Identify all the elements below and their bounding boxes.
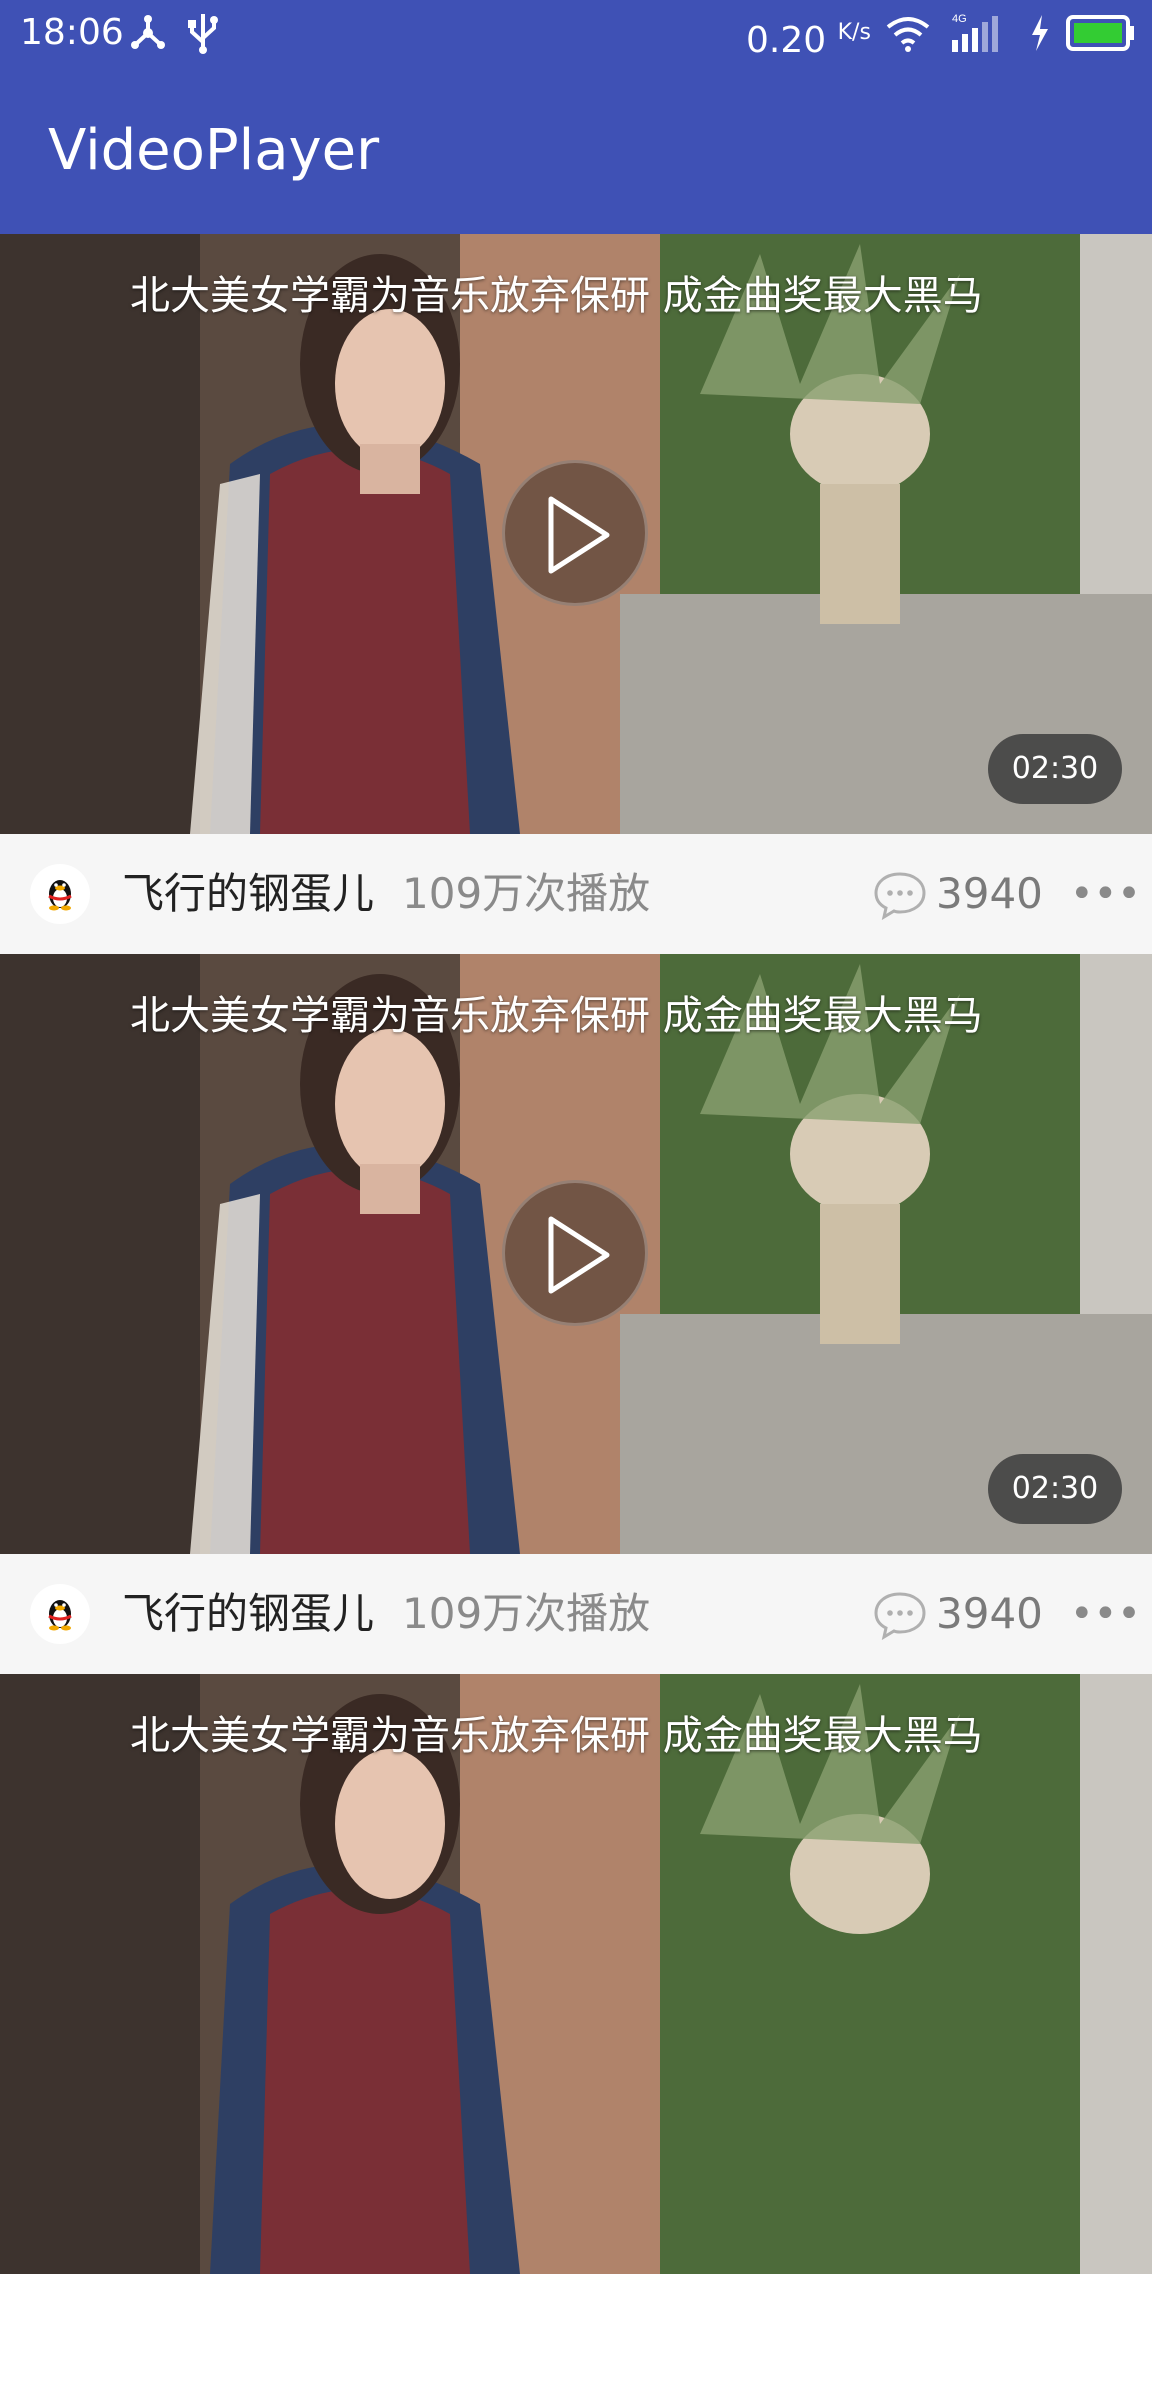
battery-icon (1066, 12, 1136, 54)
app-header: 18:06 0.20 K/s 4G VideoPlayer (0, 0, 1152, 234)
play-button[interactable] (502, 1180, 648, 1326)
play-icon (548, 1216, 610, 1294)
video-card: 北大美女学霸为音乐放弃保研 成金曲奖最大黑马 02:30 飞行的钢蛋儿 109万… (0, 954, 1152, 1674)
play-count: 109万次播放 (402, 869, 651, 918)
status-time: 18:06 (20, 12, 124, 53)
author-name[interactable]: 飞行的钢蛋儿 (122, 1582, 374, 1646)
status-bar: 18:06 0.20 K/s 4G (0, 0, 1152, 66)
app-title: VideoPlayer (48, 118, 380, 183)
video-card: 北大美女学霸为音乐放弃保研 成金曲奖最大黑马 (0, 1674, 1152, 2394)
comment-count[interactable]: 3940 (936, 1582, 1043, 1646)
comment-count[interactable]: 3940 (936, 862, 1043, 926)
more-options-icon[interactable]: ••• (1070, 1586, 1141, 1642)
cell-signal-icon: 4G (948, 12, 1008, 54)
more-options-icon[interactable]: ••• (1070, 866, 1141, 922)
comment-icon[interactable] (872, 870, 928, 924)
play-count: 109万次播放 (402, 1589, 651, 1638)
usb-icon (186, 12, 220, 54)
video-thumbnail[interactable]: 北大美女学霸为音乐放弃保研 成金曲奖最大黑马 (0, 1674, 1152, 2274)
penguin-avatar-icon (48, 880, 72, 911)
video-thumbnail[interactable]: 北大美女学霸为音乐放弃保研 成金曲奖最大黑马 02:30 (0, 234, 1152, 834)
play-button[interactable] (502, 460, 648, 606)
play-icon (548, 496, 610, 574)
video-thumbnail[interactable]: 北大美女学霸为音乐放弃保研 成金曲奖最大黑马 02:30 (0, 954, 1152, 1554)
penguin-avatar-icon (48, 1600, 72, 1631)
video-title: 北大美女学霸为音乐放弃保研 成金曲奖最大黑马 (130, 273, 983, 319)
comment-icon[interactable] (872, 1590, 928, 1644)
net-speed: 0.20 K/s (746, 20, 871, 61)
charging-icon (1028, 12, 1052, 54)
video-meta-bar: 飞行的钢蛋儿 109万次播放 3940 ••• (0, 1554, 1152, 1674)
video-title: 北大美女学霸为音乐放弃保研 成金曲奖最大黑马 (130, 1713, 983, 1759)
video-thumbnail-image (0, 1674, 1152, 2274)
svg-text:4G: 4G (952, 13, 967, 25)
video-duration: 02:30 (988, 734, 1122, 804)
video-meta-bar: 飞行的钢蛋儿 109万次播放 3940 ••• (0, 834, 1152, 954)
author-avatar[interactable] (30, 864, 90, 924)
video-title: 北大美女学霸为音乐放弃保研 成金曲奖最大黑马 (130, 993, 983, 1039)
wifi-icon (884, 12, 932, 54)
usb-debug-icon (128, 12, 168, 54)
author-avatar[interactable] (30, 1584, 90, 1644)
author-name[interactable]: 飞行的钢蛋儿 (122, 862, 374, 926)
video-duration: 02:30 (988, 1454, 1122, 1524)
video-card: 北大美女学霸为音乐放弃保研 成金曲奖最大黑马 02:30 飞行的钢蛋儿 109万… (0, 234, 1152, 954)
video-feed[interactable]: 北大美女学霸为音乐放弃保研 成金曲奖最大黑马 02:30 飞行的钢蛋儿 109万… (0, 234, 1152, 2394)
